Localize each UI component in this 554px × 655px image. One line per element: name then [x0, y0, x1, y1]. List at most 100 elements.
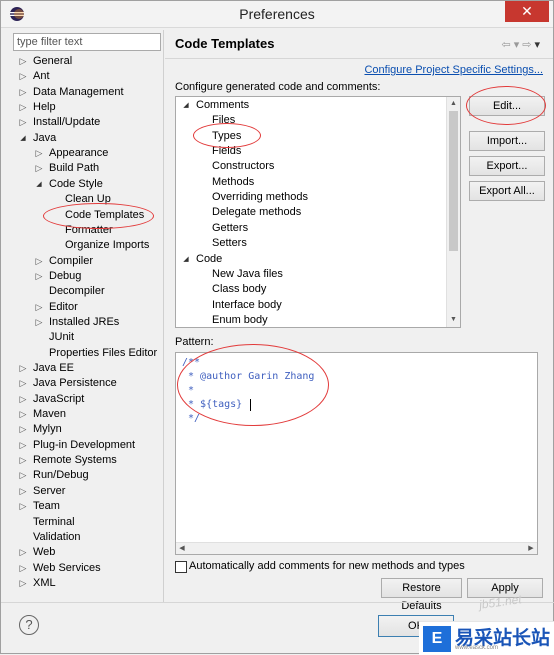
import-button[interactable]: Import... [469, 131, 545, 151]
collapsed-arrow-icon[interactable]: ▷ [35, 269, 43, 284]
expanded-arrow-icon[interactable]: ◢ [182, 98, 190, 113]
nav-tree-label: Java EE [33, 362, 74, 374]
back-dropdown-icon[interactable]: ▾ [514, 39, 523, 51]
collapsed-arrow-icon[interactable]: ▷ [19, 438, 27, 453]
filter-input[interactable] [13, 33, 161, 51]
collapsed-arrow-icon[interactable]: ▷ [19, 376, 27, 391]
pattern-line: * [182, 385, 195, 396]
code-templates-page: Code Templates ⇦▾⇨▾ Configure Project Sp… [165, 30, 553, 612]
templates-tree: ◢ Comments Files Types Fields Constructors Met… [175, 96, 461, 328]
nav-tree-label: Data Management [33, 85, 124, 98]
nav-tree-label: Appearance [49, 147, 109, 160]
nav-tree-label: Validation [33, 530, 81, 543]
nav-tree-label: JUnit [49, 331, 75, 344]
nav-tree-label: Code Style [49, 177, 103, 190]
forward-arrow-icon[interactable]: ⇨ [522, 39, 534, 51]
nav-tree-label: Install/Update [33, 116, 101, 129]
nav-tree-label: Ant [33, 70, 50, 83]
collapsed-arrow-icon[interactable]: ▷ [19, 361, 27, 376]
template-tree-label: Getters [212, 221, 249, 234]
header-separator [165, 58, 553, 59]
collapsed-arrow-icon[interactable]: ▷ [19, 100, 27, 115]
nav-tree-label: JavaScript [33, 392, 85, 405]
collapsed-arrow-icon[interactable]: ▷ [19, 576, 27, 591]
nav-tree-label: Decompiler [49, 285, 105, 298]
pattern-hscrollbar[interactable]: ◀ ▶ [176, 542, 537, 554]
pattern-line: * @author Garin Zhang [182, 371, 315, 382]
help-icon[interactable]: ? [19, 615, 39, 635]
pattern-line: */ [182, 413, 201, 424]
forward-dropdown-icon[interactable]: ▾ [534, 39, 543, 51]
expanded-arrow-icon[interactable]: ◢ [35, 177, 43, 192]
panel-divider[interactable] [163, 30, 164, 602]
template-tree-label: Types [212, 129, 242, 142]
collapsed-arrow-icon[interactable]: ▷ [19, 484, 27, 499]
nav-tree-label: Plug-in Development [33, 438, 136, 451]
collapsed-arrow-icon[interactable]: ▷ [19, 54, 27, 69]
nav-tree-label: Formatter [65, 223, 113, 236]
template-tree-label: Setters [212, 237, 247, 250]
pattern-line: /** [182, 357, 201, 368]
template-tree-label: Delegate methods [212, 206, 302, 219]
nav-tree-label: Run/Debug [33, 469, 89, 482]
window-title: Preferences [239, 6, 315, 22]
expanded-arrow-icon[interactable]: ◢ [19, 131, 27, 146]
template-tree-label: Code [196, 252, 223, 265]
project-settings-link[interactable]: Configure Project Specific Settings... [364, 64, 543, 76]
collapsed-arrow-icon[interactable]: ▷ [35, 315, 43, 330]
nav-tree-label: Remote Systems [33, 454, 117, 467]
template-tree-label: Methods [212, 175, 255, 188]
edit-button[interactable]: Edit... [469, 96, 545, 116]
preference-navigation: ▷ General ▷ Ant ▷ Data Management ▷ Help ▷ Instal… [7, 30, 163, 602]
collapsed-arrow-icon[interactable]: ▷ [19, 422, 27, 437]
collapsed-arrow-icon[interactable]: ▷ [19, 453, 27, 468]
restore-defaults-button[interactable]: Restore Defaults [381, 578, 462, 612]
template-tree-label: Files [212, 114, 236, 127]
nav-tree-label: Terminal [33, 515, 75, 528]
collapsed-arrow-icon[interactable]: ▷ [19, 468, 27, 483]
pattern-line: * ${tags} [182, 399, 243, 410]
collapsed-arrow-icon[interactable]: ▷ [35, 254, 43, 269]
watermark-logo: E 易采站长站 www.easck.com [419, 621, 554, 655]
preferences-window: Preferences ✕ ▷ General ▷ Ant ▷ Data Manageme… [0, 0, 554, 655]
scroll-down-icon[interactable]: ▼ [447, 313, 460, 327]
collapsed-arrow-icon[interactable]: ▷ [19, 392, 27, 407]
nav-tree-label: Clean Up [65, 193, 111, 206]
template-tree-label: Overriding methods [212, 191, 308, 204]
collapsed-arrow-icon[interactable]: ▷ [35, 161, 43, 176]
pattern-label: Pattern: [175, 336, 214, 348]
collapsed-arrow-icon[interactable]: ▷ [19, 407, 27, 422]
scroll-up-icon[interactable]: ▲ [447, 97, 460, 111]
page-title: Code Templates [175, 36, 275, 51]
template-tree-label: Comments [196, 99, 250, 111]
collapsed-arrow-icon[interactable]: ▷ [19, 561, 27, 576]
collapsed-arrow-icon[interactable]: ▷ [35, 146, 43, 161]
nav-tree-label: Server [33, 484, 66, 497]
templates-scrollbar[interactable]: ▲ ▼ [446, 97, 460, 327]
watermark-logo-icon: E [423, 626, 451, 652]
text-caret [250, 399, 251, 411]
template-tree-label: New Java files [212, 267, 283, 280]
collapsed-arrow-icon[interactable]: ▷ [19, 545, 27, 560]
auto-comments-label: Automatically add comments for new metho… [189, 560, 465, 572]
collapsed-arrow-icon[interactable]: ▷ [19, 85, 27, 100]
nav-tree-label: Java Persistence [33, 377, 117, 390]
auto-comments-checkbox[interactable] [175, 561, 187, 573]
nav-tree-label: Organize Imports [65, 239, 150, 252]
pattern-editor[interactable]: /** * @author Garin Zhang * * ${tags} */… [175, 352, 538, 555]
export-all-button[interactable]: Export All... [469, 181, 545, 201]
collapsed-arrow-icon[interactable]: ▷ [19, 115, 27, 130]
expanded-arrow-icon[interactable]: ◢ [182, 252, 190, 267]
collapsed-arrow-icon[interactable]: ▷ [19, 499, 27, 514]
nav-tree-label: Editor [49, 300, 78, 313]
collapsed-arrow-icon[interactable]: ▷ [19, 69, 27, 84]
close-icon[interactable]: ✕ [505, 1, 549, 22]
export-button[interactable]: Export... [469, 156, 545, 176]
back-arrow-icon[interactable]: ⇦ [502, 39, 514, 51]
scroll-left-icon[interactable]: ◀ [176, 543, 188, 554]
scroll-right-icon[interactable]: ▶ [525, 543, 537, 554]
nav-tree-label: XML [33, 576, 56, 589]
nav-tree-label: Maven [33, 408, 67, 421]
scroll-thumb[interactable] [449, 111, 458, 251]
collapsed-arrow-icon[interactable]: ▷ [35, 300, 43, 315]
